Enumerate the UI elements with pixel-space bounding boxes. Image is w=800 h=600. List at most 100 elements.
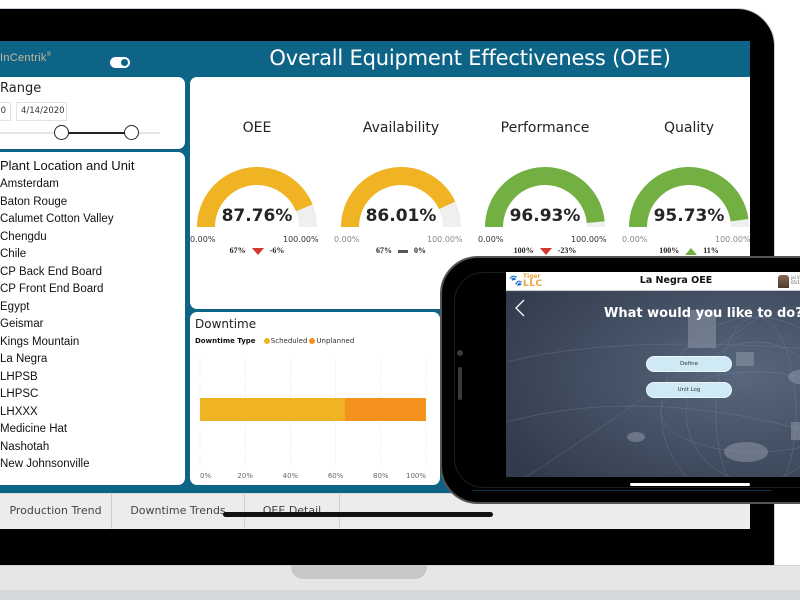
phone-app-screen: 🐾 Tiger LLC La Negra OEE jai V 05/1 What…: [506, 272, 800, 477]
legend-dot-unplanned: [309, 338, 316, 344]
downtime-chart-card: Downtime Downtime Type Scheduled Unplanne…: [190, 312, 440, 485]
bar-segment-scheduled[interactable]: [200, 398, 345, 421]
unit-list-item[interactable]: Chengdu: [0, 229, 114, 247]
unit-list-item[interactable]: Geismar: [0, 316, 114, 334]
x-tick-label: 80%: [373, 472, 389, 480]
gauge-max-label: 100.00%: [571, 235, 607, 244]
downtime-title: Downtime: [195, 317, 257, 331]
unit-list: Amsterdam Baton Rouge Calumet Cotton Valle…: [0, 176, 114, 474]
unit-list-item[interactable]: Egypt: [0, 299, 114, 317]
gauge-max-label: 100.00%: [283, 235, 319, 244]
gauge-value: 87.76%: [221, 206, 293, 226]
unit-list-item[interactable]: Chile: [0, 246, 114, 264]
unit-list-item[interactable]: LHPSC: [0, 386, 114, 404]
unit-list-item[interactable]: Medicine Hat: [0, 421, 114, 439]
x-tick-label: 60%: [328, 472, 344, 480]
unit-list-item[interactable]: Nashotah: [0, 439, 114, 457]
unit-list-item[interactable]: Amsterdam: [0, 176, 114, 194]
unit-list-item[interactable]: CP Back End Board: [0, 264, 114, 282]
gauge-kpi-indicator: 100% 11%: [622, 246, 750, 255]
unit-list-item[interactable]: Baton Rouge: [0, 194, 114, 212]
x-tick-label: 20%: [237, 472, 253, 480]
gauge-kpi-indicator: 67% 0%: [334, 246, 468, 255]
unit-log-button[interactable]: Unit Log: [646, 382, 732, 398]
phone-device: 🐾 Tiger LLC La Negra OEE jai V 05/1 What…: [440, 256, 800, 504]
start-date-input[interactable]: 4/1/2020: [0, 102, 11, 121]
user-date: 05/1: [791, 280, 800, 285]
phone-prompt: What would you like to do?: [604, 306, 800, 321]
unit-list-item[interactable]: CP Front End Board: [0, 281, 114, 299]
downtime-legend: Downtime Type Scheduled Unplanned: [195, 337, 354, 345]
x-tick-label: 40%: [283, 472, 299, 480]
unit-list-item[interactable]: LHXXX: [0, 404, 114, 422]
phone-camera: [457, 350, 463, 356]
unit-list-item[interactable]: New Johnsonville: [0, 456, 114, 474]
unit-list-item[interactable]: LHPSB: [0, 369, 114, 387]
legend-title: Downtime Type: [195, 337, 256, 345]
gauge-value: 86.01%: [365, 206, 437, 226]
laptop-base-edge: [0, 590, 800, 600]
date-slider-fill: [60, 132, 132, 134]
define-button[interactable]: Define: [646, 356, 732, 372]
gauge-oee: OEE 87.76% 0.00% 100.00% 67% -6%: [190, 77, 334, 309]
user-avatar[interactable]: [778, 275, 789, 288]
downtime-bar-chart: 0% 20% 40% 60% 80% 100%: [199, 357, 427, 480]
page-title: Overall Equipment Effectiveness (OEE): [269, 46, 671, 70]
gauge-delta: -6%: [269, 246, 285, 255]
gauge-kpi-indicator: 100% -23%: [478, 246, 612, 255]
phone-speaker: [458, 367, 462, 400]
dashboard-header: InCentrik® Overall Equipment Effectivene…: [0, 41, 750, 76]
slicer-title: Plant Location and Unit: [0, 158, 135, 173]
gauge-label: Performance: [500, 120, 590, 136]
home-indicator: [630, 483, 750, 486]
unit-list-item[interactable]: La Negra: [0, 351, 114, 369]
date-slider-start-handle[interactable]: [53, 125, 69, 140]
logo-text: InCentrik: [0, 52, 47, 64]
x-tick-label: 0%: [200, 472, 211, 480]
gauge-target: 67%: [229, 246, 246, 255]
user-info: jai V 05/1: [791, 275, 800, 285]
gauge-delta: 11%: [703, 246, 719, 255]
laptop-notch: [291, 565, 427, 579]
bar-segment-unplanned[interactable]: [344, 398, 426, 421]
gauge-max-label: 100.00%: [715, 235, 750, 244]
phone-app-title: La Negra OEE: [639, 275, 713, 286]
gauge-min-label: 0.00%: [622, 235, 648, 244]
start-date-value: 4/1/2020: [0, 106, 6, 116]
date-slider-end-handle[interactable]: [124, 125, 140, 140]
back-chevron-icon[interactable]: [513, 299, 527, 317]
gauge-value: 95.73%: [653, 206, 725, 226]
gauge-delta: 0%: [414, 246, 426, 255]
gauge-label: Quality: [663, 120, 715, 136]
gauge-min-label: 0.00%: [190, 235, 216, 244]
gauge-label: Availability: [362, 120, 440, 136]
gauge-delta: -23%: [557, 246, 577, 255]
tab-production-trend[interactable]: Production Trend: [0, 494, 112, 529]
gauge-label: OEE: [242, 120, 272, 136]
phone-app-header: 🐾 Tiger LLC La Negra OEE jai V 05/1: [506, 272, 800, 291]
trend-up-icon: [685, 247, 698, 255]
gauge-max-label: 100.00%: [427, 235, 463, 244]
legend-label-scheduled[interactable]: Scheduled: [271, 337, 308, 345]
unit-list-item[interactable]: Kings Mountain: [0, 334, 114, 352]
range-filter-card: Range 4/1/2020 4/14/2020: [0, 77, 185, 149]
range-title: Range: [0, 81, 42, 96]
gauge-target: 100%: [513, 246, 534, 255]
logo-mark: ®: [46, 52, 52, 58]
gauge-target: 67%: [376, 246, 392, 255]
gauge-value: 96.93%: [509, 206, 581, 226]
incentrik-logo: InCentrik®: [0, 52, 51, 64]
gauge-min-label: 0.00%: [334, 235, 360, 244]
gauge-target: 100%: [659, 246, 680, 255]
gauge-min-label: 0.00%: [478, 235, 504, 244]
unit-list-item[interactable]: Calumet Cotton Valley: [0, 211, 114, 229]
marketing-composite: InCentrik® Overall Equipment Effectivene…: [0, 0, 800, 600]
legend-label-unplanned[interactable]: Unplanned: [316, 337, 354, 345]
end-date-input[interactable]: 4/14/2020: [16, 102, 67, 121]
plant-unit-slicer: Plant Location and Unit Amsterdam Baton R…: [0, 152, 185, 485]
phone-bottom-edge: [472, 490, 772, 491]
toggle-switch[interactable]: [110, 57, 130, 68]
trend-flat-icon: [398, 249, 408, 253]
trend-down-icon: [251, 247, 264, 255]
x-tick-label: 100%: [406, 472, 426, 480]
